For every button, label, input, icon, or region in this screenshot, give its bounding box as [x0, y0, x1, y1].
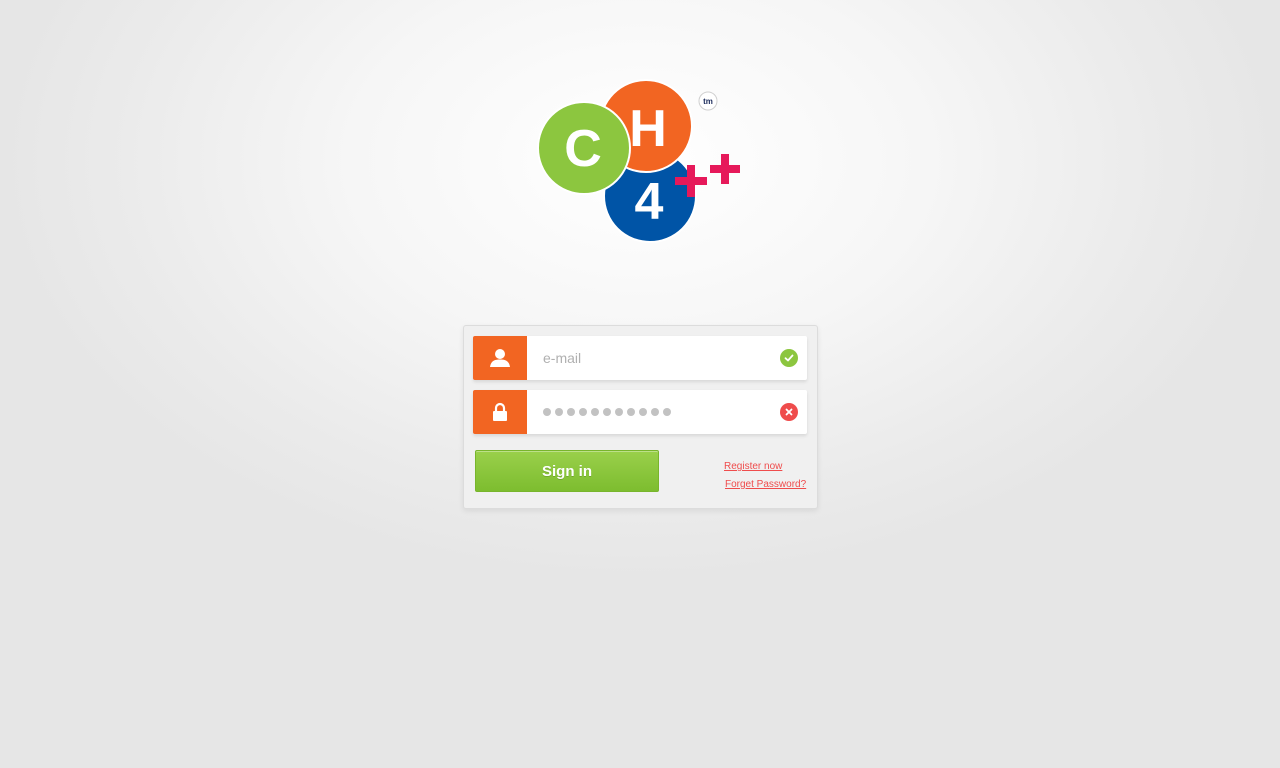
password-field[interactable]	[473, 390, 807, 434]
ch4-logo: C H 4 tm	[536, 78, 746, 244]
password-mask-dot	[555, 408, 563, 416]
forgot-password-link[interactable]: Forget Password?	[725, 479, 806, 490]
password-mask-dot	[603, 408, 611, 416]
register-now-link[interactable]: Register now	[724, 461, 782, 472]
lock-icon	[473, 390, 527, 434]
password-mask-dot	[615, 408, 623, 416]
email-input[interactable]	[527, 336, 767, 380]
password-mask-dot	[663, 408, 671, 416]
ch4-logo-graphic: C H 4 tm	[537, 79, 740, 243]
trademark-text: tm	[703, 97, 713, 106]
user-icon	[473, 336, 527, 380]
sign-in-button[interactable]: Sign in	[475, 450, 659, 492]
password-mask-dot	[579, 408, 587, 416]
password-mask-dot	[591, 408, 599, 416]
logo-digit-4: 4	[635, 173, 664, 231]
password-mask-dot	[627, 408, 635, 416]
check-icon	[780, 349, 798, 367]
password-mask-dot	[543, 408, 551, 416]
password-mask-dot	[639, 408, 647, 416]
login-panel: Sign in Register now Forget Password?	[463, 325, 818, 509]
password-mask-dot	[651, 408, 659, 416]
password-mask-dot	[567, 408, 575, 416]
logo-letter-h: H	[629, 100, 667, 158]
logo-plus-icon-2	[710, 154, 740, 184]
email-field	[473, 336, 807, 380]
password-input[interactable]	[543, 390, 671, 434]
error-x-icon	[780, 403, 798, 421]
logo-letter-c: C	[564, 120, 602, 178]
